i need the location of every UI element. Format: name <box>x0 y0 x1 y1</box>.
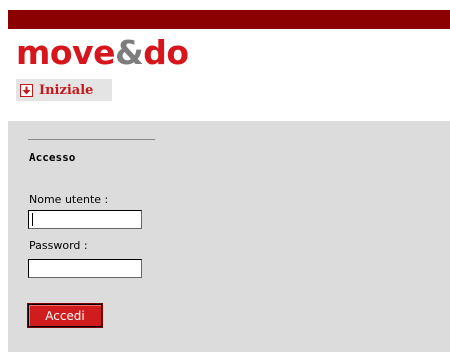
brand-logo: move&do <box>16 33 189 73</box>
divider <box>28 139 155 140</box>
username-label: Nome utente : <box>29 193 109 206</box>
logo-part-move: move <box>16 33 115 72</box>
logo-part-do: do <box>143 33 189 72</box>
nav-tab-home[interactable]: Iniziale <box>16 79 112 101</box>
top-bar <box>8 10 450 29</box>
logo-part-amp: & <box>114 33 144 72</box>
down-arrow-icon <box>20 83 33 97</box>
section-title: Accesso <box>29 151 76 164</box>
text-cursor <box>32 213 33 226</box>
login-panel: Accesso Nome utente : Password : Accedi <box>8 121 450 352</box>
nav-tab-label: Iniziale <box>39 82 94 98</box>
password-input[interactable] <box>28 259 142 278</box>
username-input[interactable] <box>28 210 142 229</box>
password-label: Password : <box>29 239 88 252</box>
login-button[interactable]: Accedi <box>27 303 103 328</box>
